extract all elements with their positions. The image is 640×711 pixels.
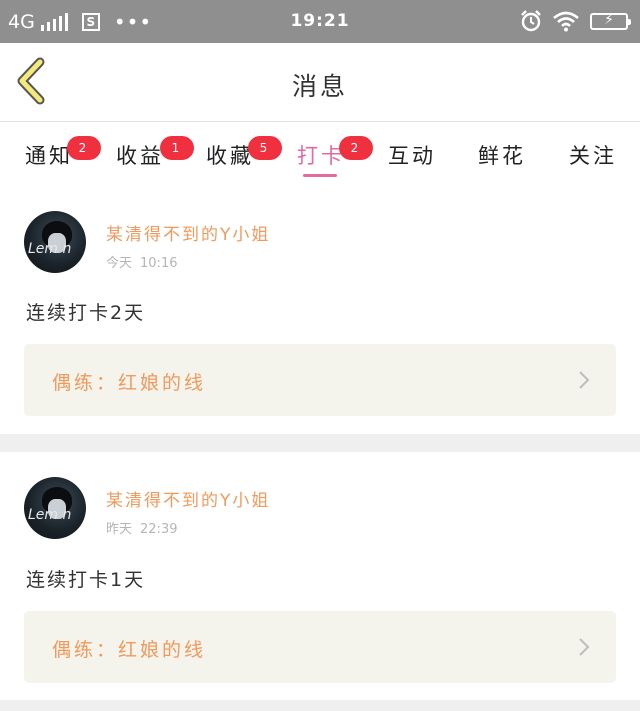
tab-checkin[interactable]: 打卡 2 bbox=[297, 136, 373, 170]
chevron-right-icon bbox=[579, 371, 590, 389]
unread-badge: 2 bbox=[339, 136, 373, 160]
username[interactable]: 某清得不到的Y小姐 bbox=[106, 486, 270, 511]
post-day: 今天 bbox=[106, 256, 133, 271]
status-right: ⚡ bbox=[520, 10, 631, 32]
page-title: 消息 bbox=[291, 72, 348, 101]
tab-label: 通知 bbox=[25, 144, 73, 168]
tab-earnings[interactable]: 收益 1 bbox=[116, 136, 194, 170]
practice-link-title: 红娘的线 bbox=[118, 639, 207, 661]
avatar[interactable]: Lem n bbox=[24, 211, 86, 273]
active-tab-indicator bbox=[303, 174, 337, 177]
checkin-card: Lem n 某清得不到的Y小姐 今天 10:16 连续打卡2天 偶练：红娘的线 bbox=[0, 188, 640, 434]
post-time: 10:16 bbox=[140, 256, 178, 271]
tab-label: 互动 bbox=[388, 144, 436, 168]
wifi-icon bbox=[553, 11, 579, 32]
tab-label: 关注 bbox=[569, 144, 617, 168]
tab-label: 收益 bbox=[116, 144, 164, 168]
battery-charging-icon: ⚡ bbox=[590, 12, 631, 30]
username[interactable]: 某清得不到的Y小姐 bbox=[106, 220, 270, 245]
checkin-message: 连续打卡2天 bbox=[26, 302, 146, 324]
avatar[interactable]: Lem n bbox=[24, 477, 86, 539]
post-time: 22:39 bbox=[140, 522, 178, 537]
chevron-right-icon bbox=[579, 638, 590, 656]
avatar-text: Lem n bbox=[28, 241, 72, 257]
post-day: 昨天 bbox=[106, 522, 133, 537]
practice-link-title: 红娘的线 bbox=[118, 372, 207, 394]
tab-bar: 通知 2 收益 1 收藏 5 打卡 2 互动 鲜花 关注 bbox=[0, 122, 640, 188]
unread-badge: 2 bbox=[67, 136, 101, 160]
practice-link-text: 偶练：红娘的线 bbox=[52, 368, 206, 395]
practice-link[interactable]: 偶练：红娘的线 bbox=[24, 611, 616, 683]
avatar-text: Lem n bbox=[28, 507, 72, 523]
nav-bar: 消息 bbox=[0, 43, 640, 122]
checkin-card: Lem n 某清得不到的Y小姐 昨天 22:39 连续打卡1天 偶练：红娘的线 bbox=[0, 452, 640, 700]
unread-badge: 1 bbox=[160, 136, 194, 160]
timestamp: 昨天 22:39 bbox=[106, 518, 177, 537]
practice-link-label: 偶练： bbox=[52, 639, 119, 661]
tab-interactions[interactable]: 互动 bbox=[388, 140, 436, 170]
alarm-clock-icon bbox=[521, 10, 541, 32]
tab-follow[interactable]: 关注 bbox=[569, 140, 617, 170]
tab-favorites[interactable]: 收藏 5 bbox=[206, 136, 282, 170]
tab-flowers[interactable]: 鲜花 bbox=[478, 140, 526, 170]
tab-label: 鲜花 bbox=[478, 144, 526, 168]
practice-link-label: 偶练： bbox=[52, 372, 119, 394]
tab-label: 打卡 bbox=[297, 144, 345, 168]
practice-link[interactable]: 偶练：红娘的线 bbox=[24, 344, 616, 416]
status-bar: 4G S ••• 19:21 ⚡ bbox=[0, 0, 640, 43]
tab-notifications[interactable]: 通知 2 bbox=[25, 136, 101, 170]
practice-link-text: 偶练：红娘的线 bbox=[52, 635, 206, 662]
checkin-message: 连续打卡1天 bbox=[26, 569, 146, 591]
unread-badge: 5 bbox=[248, 136, 282, 160]
tab-label: 收藏 bbox=[206, 144, 254, 168]
timestamp: 今天 10:16 bbox=[106, 252, 177, 271]
